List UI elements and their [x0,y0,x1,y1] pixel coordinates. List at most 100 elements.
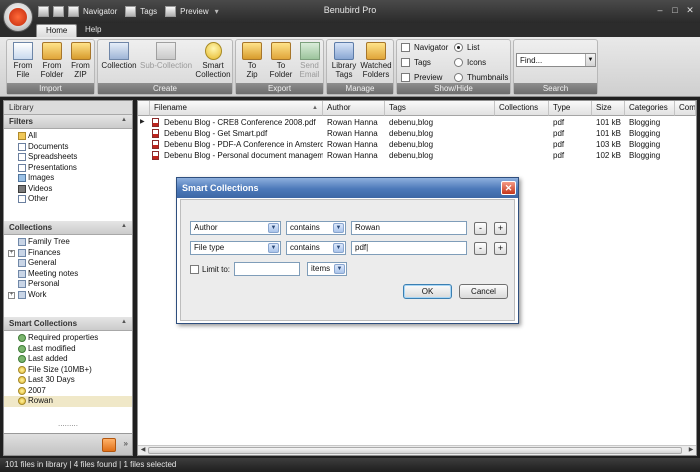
filters-header[interactable]: Filters ▲ [4,115,132,129]
table-row[interactable]: Debenu Blog - PDF-A Conference in Amster… [138,139,696,150]
rule-2-remove-button[interactable]: - [474,242,487,255]
thumbnails-view-radio[interactable]: Thumbnails [454,73,508,83]
column-header-collections[interactable]: Collections [495,101,549,116]
limit-checkbox[interactable]: Limit to: [190,264,230,275]
filters-title: Filters [9,117,34,126]
collections-header[interactable]: Collections ▲ [4,221,132,235]
collapse-icon[interactable]: ▲ [121,117,127,123]
list-view-radio[interactable]: List [454,43,479,53]
expand-icon[interactable]: + [8,291,15,299]
scroll-left-icon[interactable]: ◀ [138,446,148,455]
collection-personal[interactable]: Personal [4,279,132,290]
filter-spreadsheets[interactable]: Spreadsheets [4,152,132,163]
import-from-zip-button[interactable]: From ZIP [67,42,94,79]
smart-collection-button[interactable]: Smart Collection [194,42,232,79]
zip-export-icon [242,42,262,60]
find-input[interactable]: Find... ▼ [516,53,596,67]
smart-collections-dialog: Smart Collections ✕ Author ▼ contains ▼ … [176,177,519,324]
send-email-label: Send Email [299,61,320,79]
rule-2-value-input[interactable]: pdf| [351,241,467,255]
scroll-right-icon[interactable]: ▶ [686,446,696,455]
filter-other[interactable]: Other [4,194,132,205]
smart-collections-header[interactable]: Smart Collections ▲ [4,317,132,331]
smart-last-modified[interactable]: Last modified [4,344,132,355]
export-to-folder-button[interactable]: To Folder [266,42,296,79]
column-header-author[interactable]: Author [323,101,385,116]
collection-meeting-notes[interactable]: Meeting notes [4,269,132,280]
smart-2007[interactable]: 2007 [4,386,132,397]
expand-icon[interactable]: + [8,249,15,257]
import-from-folder-button[interactable]: From Folder [37,42,67,79]
column-header-tags[interactable]: Tags [385,101,495,116]
tags-checkbox[interactable]: Tags [401,58,431,68]
smart-file-size[interactable]: File Size (10MB+) [4,365,132,376]
panel-view-icon[interactable] [102,438,116,452]
filter-all[interactable]: All [4,131,132,142]
library-tags-button[interactable]: Library Tags [329,42,359,79]
collection-button[interactable]: Collection [100,42,138,70]
smart-required-properties[interactable]: Required properties [4,333,132,344]
rule-2-add-button[interactable]: + [494,242,507,255]
smart-last-30-days[interactable]: Last 30 Days [4,375,132,386]
collection-finances[interactable]: + Finances [4,248,132,259]
scrollbar-thumb[interactable] [148,447,682,454]
tab-help[interactable]: Help [76,24,110,37]
column-label: Type [553,103,571,112]
smart-last-added[interactable]: Last added [4,354,132,365]
dialog-title: Smart Collections [177,178,518,198]
maximize-button[interactable]: □ [669,5,681,16]
find-dropdown-icon[interactable]: ▼ [585,54,595,66]
table-row[interactable]: Debenu Blog - Personal document manageme… [138,150,696,161]
rule-2-field-select[interactable]: File type ▼ [190,241,281,255]
pdf-file-icon [152,140,159,149]
table-row[interactable]: ▶ Debenu Blog - CRE8 Conference 2008.pdf… [138,117,696,128]
rule-1-remove-button[interactable]: - [474,222,487,235]
smart-rowan[interactable]: Rowan [4,396,132,407]
rule-1-add-button[interactable]: + [494,222,507,235]
minimize-button[interactable]: – [654,5,666,16]
import-from-file-button[interactable]: From File [9,42,37,79]
filter-documents[interactable]: Documents [4,142,132,153]
video-icon [18,184,26,193]
rule-1-value-input[interactable]: Rowan [351,221,467,235]
limit-unit-select[interactable]: items ▼ [307,262,347,276]
rule-1-field-select[interactable]: Author ▼ [190,221,281,235]
send-email-button[interactable]: Send Email [296,42,323,79]
filter-images[interactable]: Images [4,173,132,184]
ok-button[interactable]: OK [403,284,452,299]
filter-presentations[interactable]: Presentations [4,163,132,174]
column-header-comments[interactable]: Comm [675,101,696,116]
app-menu-orb[interactable] [3,2,33,32]
column-header-categories[interactable]: Categories [625,101,675,116]
close-button[interactable]: ✕ [684,5,696,16]
column-header-size[interactable]: Size [592,101,625,116]
cell-categories: Blogging [629,129,661,138]
dialog-close-button[interactable]: ✕ [501,181,516,195]
collection-work[interactable]: + Work [4,290,132,301]
collection-family-tree[interactable]: Family Tree [4,237,132,248]
table-row[interactable]: Debenu Blog - Get Smart.pdf Rowan Hanna … [138,128,696,139]
column-header-type[interactable]: Type [549,101,592,116]
rule-1-operator-select[interactable]: contains ▼ [286,221,346,235]
rule-2-operator-select[interactable]: contains ▼ [286,241,346,255]
collection-general[interactable]: General [4,258,132,269]
watched-folders-button[interactable]: Watched Folders [359,42,393,79]
tab-home[interactable]: Home [36,24,78,37]
collapse-icon[interactable]: ▲ [121,319,127,325]
ribbon-tabs: Home Help [0,23,700,37]
import-from-zip-label: From ZIP [71,61,90,79]
horizontal-scrollbar[interactable]: ◀ ▶ [138,445,696,455]
preview-checkbox[interactable]: Preview [401,73,442,83]
navigator-checkbox[interactable]: Navigator [401,43,448,53]
filter-videos[interactable]: Videos [4,184,132,195]
sub-collection-button[interactable]: Sub-Collection [138,42,194,70]
column-header-filename[interactable]: Filename ▲ [150,101,323,116]
icons-view-radio[interactable]: Icons [454,58,486,68]
collapse-icon[interactable]: ▲ [121,223,127,229]
selected-value: contains [290,223,320,232]
limit-count-input[interactable] [234,262,300,276]
overflow-chevron-icon[interactable]: » [124,439,128,448]
column-label: Collections [499,103,539,112]
export-to-zip-button[interactable]: To Zip [238,42,266,79]
cancel-button[interactable]: Cancel [459,284,508,299]
